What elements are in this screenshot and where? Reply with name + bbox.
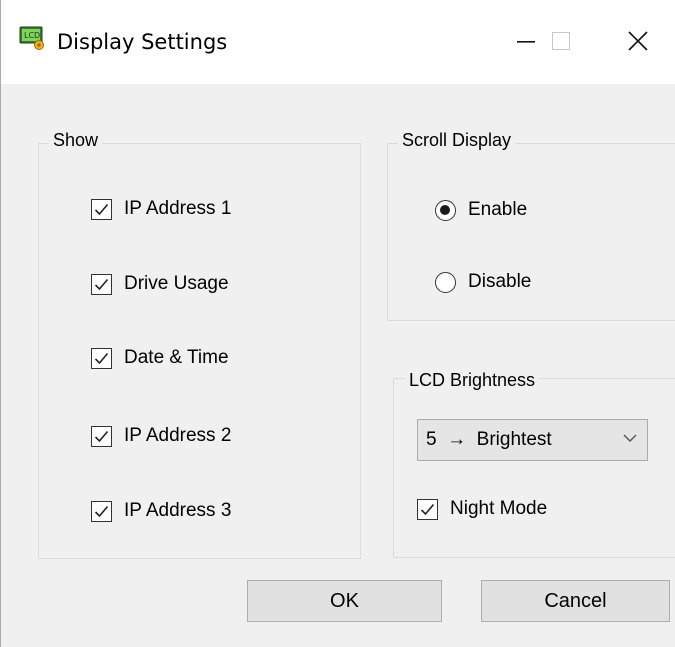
lcd-brightness-group <box>393 378 675 558</box>
radio-selected-dot <box>440 204 450 215</box>
checkbox-box[interactable] <box>91 198 112 220</box>
radio-button-enable[interactable] <box>435 199 456 221</box>
radio-label: Enable <box>468 199 528 220</box>
checkmark-icon <box>94 352 109 364</box>
radio-button-disable[interactable] <box>435 271 456 293</box>
cancel-button[interactable]: Cancel <box>481 580 670 622</box>
checkbox-box[interactable] <box>91 425 112 447</box>
lcd-app-icon: LCD <box>19 26 45 50</box>
checkmark-icon <box>420 503 435 515</box>
checkmark-icon <box>94 505 109 517</box>
close-icon <box>628 31 648 51</box>
title-bar[interactable]: LCD Display Settings <box>1 0 675 84</box>
checkbox-night-mode[interactable]: Night Mode <box>417 498 547 520</box>
checkbox-label: Drive Usage <box>124 273 229 294</box>
display-settings-window: LCD Display Settings Show IP Address 1 D… <box>0 0 675 647</box>
checkbox-ip-address-1[interactable]: IP Address 1 <box>91 198 231 220</box>
checkbox-ip-address-2[interactable]: IP Address 2 <box>91 425 231 447</box>
checkbox-box[interactable] <box>417 498 438 520</box>
checkmark-icon <box>94 278 109 290</box>
brightness-dropdown[interactable]: 5 → Brightest <box>417 419 648 461</box>
radio-label: Disable <box>468 271 532 292</box>
show-group-legend: Show <box>49 130 103 151</box>
radio-enable[interactable]: Enable <box>435 199 527 221</box>
checkbox-label: Date & Time <box>124 347 229 368</box>
maximize-icon <box>552 32 570 50</box>
scroll-display-group <box>387 143 675 321</box>
checkmark-icon <box>94 430 109 442</box>
checkbox-box[interactable] <box>91 347 112 369</box>
radio-disable[interactable]: Disable <box>435 271 531 293</box>
checkbox-drive-usage[interactable]: Drive Usage <box>91 273 229 295</box>
ok-button[interactable]: OK <box>247 580 442 622</box>
close-button[interactable] <box>609 0 667 84</box>
window-title: Display Settings <box>57 30 228 54</box>
checkbox-label: IP Address 1 <box>124 198 232 219</box>
scroll-display-legend: Scroll Display <box>398 130 516 151</box>
checkmark-icon <box>94 203 109 215</box>
lcd-brightness-legend: LCD Brightness <box>405 370 540 391</box>
checkbox-box[interactable] <box>91 500 112 522</box>
checkbox-ip-address-3[interactable]: IP Address 3 <box>91 500 231 522</box>
checkbox-box[interactable] <box>91 273 112 295</box>
checkbox-label: IP Address 3 <box>124 500 232 521</box>
svg-text:LCD: LCD <box>24 31 40 40</box>
maximize-button[interactable] <box>532 0 590 84</box>
checkbox-label: Night Mode <box>450 498 548 519</box>
brightness-selected-value: 5 → Brightest <box>426 429 552 450</box>
checkbox-label: IP Address 2 <box>124 425 232 446</box>
chevron-down-icon <box>623 434 637 442</box>
checkbox-date-time[interactable]: Date & Time <box>91 347 229 369</box>
